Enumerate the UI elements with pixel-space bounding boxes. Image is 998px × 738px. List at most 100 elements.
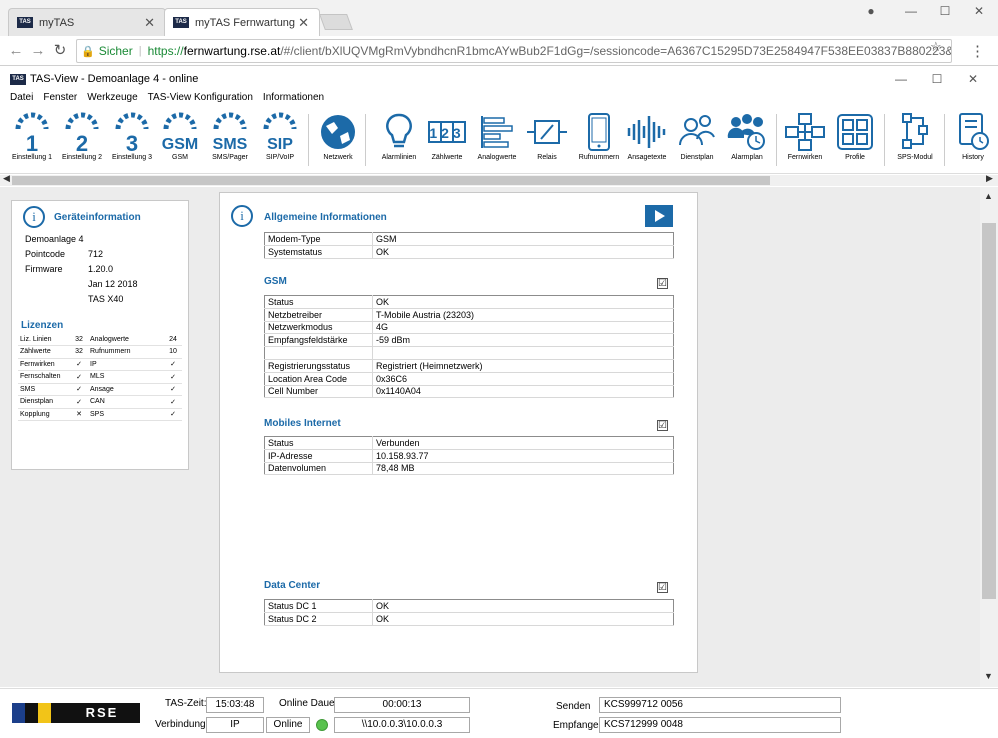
online-duration-label: Online Dauer [279, 698, 338, 709]
toolbar-label: Ansagetexte [627, 154, 667, 161]
back-arrow-icon[interactable]: ← [6, 41, 26, 61]
send-value: KCS999712 0056 [599, 697, 841, 713]
scroll-down-icon[interactable]: ▼ [984, 671, 993, 681]
row-value: Registriert (Heimnetzwerk) [372, 359, 674, 373]
grid-icon [830, 110, 880, 154]
table-row: Status DC 1 OK [264, 599, 674, 613]
menu-informationen[interactable]: Informationen [263, 92, 324, 108]
row-value: 4G [372, 321, 674, 335]
horizontal-scroll-thumb[interactable] [12, 176, 770, 185]
browser-tab-fernwartung[interactable]: TAS myTAS Fernwartung ✕ [164, 8, 320, 36]
menu-datei[interactable]: Datei [10, 92, 33, 108]
tas-time-value: 15:03:48 [206, 697, 264, 713]
toolbar-ansagetexte[interactable]: Ansagetexte [622, 110, 672, 174]
scroll-left-icon[interactable]: ◀ [3, 173, 10, 184]
info-icon: i [23, 206, 45, 228]
plc-icon [890, 110, 940, 154]
new-tab-button[interactable] [319, 14, 353, 30]
license-name: Dienstplan [18, 395, 70, 409]
url-protocol: https:// [147, 44, 184, 58]
gear-icon: SIP [255, 110, 305, 154]
gear-glyph: SIP [267, 136, 293, 153]
toolbar-sps-modul[interactable]: SPS-Modul [890, 110, 940, 174]
toolbar-einstellung-3[interactable]: 3 Einstellung 3 [107, 110, 157, 174]
scroll-up-icon[interactable]: ▲ [984, 191, 993, 201]
app-close-icon[interactable]: ✕ [958, 68, 988, 90]
toolbar-label: Analogwerte [477, 154, 517, 161]
row-key: Location Area Code [264, 372, 373, 386]
close-icon[interactable]: ✕ [144, 15, 155, 31]
gsm-title: GSM [264, 276, 287, 287]
toolbar-separator [884, 114, 885, 166]
toolbar-rufnummern[interactable]: Rufnummern [574, 110, 624, 174]
data-center-table: Status DC 1 OK Status DC 2 OK [264, 599, 674, 626]
mobile-internet-checkbox[interactable]: ☑ [657, 420, 668, 431]
licenses-table: Liz. Linien 32 Analogwerte 24 Zählwerte 32 Ruf… [18, 333, 182, 421]
toolbar-label: Einstellung 3 [111, 154, 153, 161]
table-row: Status Verbunden [264, 436, 674, 450]
license-name: Fernschalten [18, 370, 70, 384]
toolbar-profile[interactable]: Profile [830, 110, 880, 174]
toolbar-dienstplan[interactable]: Dienstplan [672, 110, 722, 174]
scroll-right-icon[interactable]: ▶ [986, 173, 993, 184]
url-field[interactable]: 🔒 Sicher | https:// fernwartung.rse.at /… [76, 39, 952, 63]
toolbar-netzwerk[interactable]: Netzwerk [313, 110, 363, 174]
toolbar-sip-voip[interactable]: SIP SIP/VoIP [255, 110, 305, 174]
phone-icon [574, 110, 624, 154]
app-title: TAS-View - Demoanlage 4 - online [30, 73, 199, 85]
horizontal-scrollbar[interactable]: ◀ ▶ [0, 173, 998, 186]
maximize-icon[interactable]: ☐ [930, 0, 960, 22]
counter-icon: 123 [422, 110, 472, 154]
toolbar-fernwirken[interactable]: Fernwirken [780, 110, 830, 174]
browser-menu-icon[interactable]: ⋮ [970, 42, 985, 60]
menu-tasview-konfiguration[interactable]: TAS-View Konfiguration [148, 92, 253, 108]
account-icon[interactable]: ● [856, 0, 886, 22]
vertical-scroll-thumb[interactable] [982, 223, 996, 599]
online-duration-value: 00:00:13 [334, 697, 470, 713]
minimize-icon[interactable]: — [896, 0, 926, 22]
toolbar-alarmplan[interactable]: Alarmplan [722, 110, 772, 174]
app-minimize-icon[interactable]: — [886, 68, 916, 90]
network-icon [780, 110, 830, 154]
toolbar-zaehlwerte[interactable]: 123 Zählwerte [422, 110, 472, 174]
toolbar-relais[interactable]: Relais [522, 110, 572, 174]
license-value: ✓ [164, 383, 182, 396]
toolbar-history[interactable]: History [948, 110, 998, 174]
row-key [264, 346, 373, 360]
toolbar-alarmlinien[interactable]: Alarmlinien [374, 110, 424, 174]
reload-icon[interactable]: ↻ [50, 41, 70, 61]
license-value: 24 [164, 333, 182, 346]
browser-tab-mytas[interactable]: TAS myTAS ✕ [8, 8, 166, 36]
toolbar-einstellung-1[interactable]: 1 Einstellung 1 [7, 110, 57, 174]
counter-glyph: 123 [429, 125, 464, 141]
toolbar-einstellung-2[interactable]: 2 Einstellung 2 [57, 110, 107, 174]
toolbar-analogwerte[interactable]: Analogwerte [472, 110, 522, 174]
pointcode-label: Pointcode [25, 249, 66, 259]
license-row: Fernschalten ✓ MLS ✓ [18, 370, 182, 384]
menu-werkzeuge[interactable]: Werkzeuge [87, 92, 137, 108]
app-maximize-icon[interactable]: ☐ [922, 68, 952, 90]
device-info-title: Geräteinformation [54, 212, 141, 223]
gear-glyph: GSM [162, 136, 198, 153]
menu-fenster[interactable]: Fenster [43, 92, 77, 108]
play-button[interactable] [645, 205, 673, 227]
license-name: SMS [18, 383, 70, 396]
close-icon[interactable]: ✕ [964, 0, 994, 22]
gear-icon: GSM [155, 110, 205, 154]
gear-glyph: 1 [26, 131, 38, 153]
logo-stripe-blue [12, 703, 25, 723]
data-center-checkbox[interactable]: ☑ [657, 582, 668, 593]
license-value: ✕ [70, 408, 88, 421]
globe-icon [313, 110, 363, 154]
toolbar-sms-pager[interactable]: SMS SMS/Pager [205, 110, 255, 174]
toolbar-label: GSM [172, 154, 188, 161]
toolbar-gsm[interactable]: GSM GSM [155, 110, 205, 174]
vertical-scrollbar[interactable]: ▲ ▼ [980, 187, 998, 687]
close-icon[interactable]: ✕ [298, 15, 309, 31]
forward-arrow-icon[interactable]: → [28, 41, 48, 61]
relay-icon [522, 110, 572, 154]
license-value: ✓ [70, 383, 88, 396]
gsm-checkbox[interactable]: ☑ [657, 278, 668, 289]
gear-icon: SMS [205, 110, 255, 154]
licenses-title: Lizenzen [21, 320, 64, 331]
